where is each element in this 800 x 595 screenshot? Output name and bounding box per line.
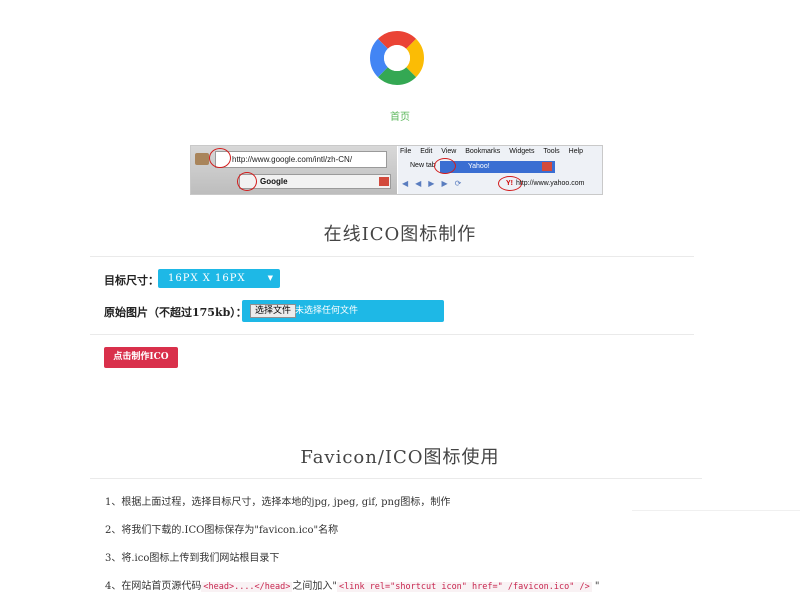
code-snippet-link: <link rel="shortcut icon" href=" /favico…	[336, 582, 592, 592]
menu-item: Bookmarks	[465, 148, 501, 155]
highlight-circle	[209, 148, 231, 168]
google-browser-demo: http://www.google.com/intl/zh-CN/ Google	[191, 146, 397, 194]
highlight-circle	[434, 158, 456, 174]
yahoo-address: http://www.yahoo.com	[516, 180, 585, 187]
close-icon	[542, 162, 552, 171]
code-snippet-head: <head>....</head>	[201, 582, 293, 592]
favicon-demo-image: http://www.google.com/intl/zh-CN/ Google…	[190, 145, 603, 195]
file-status: 未选择任何文件	[295, 306, 359, 316]
google-tab: Google	[239, 174, 391, 189]
step-item: 2、将我们下载的.ICO图标保存为"favicon.ico"名称	[105, 525, 339, 536]
divider	[632, 510, 800, 511]
step-item: 3、将.ico图标上传到我们网站根目录下	[105, 553, 280, 564]
usage-title: Favicon/ICO图标使用	[300, 447, 500, 468]
divider	[90, 256, 694, 257]
size-label: 目标尺寸：	[104, 274, 159, 287]
menu-item: Help	[568, 148, 584, 155]
make-ico-button[interactable]: 点击制作ICO	[104, 347, 178, 368]
toolbar-icons: ◀◀▶▶⟳	[402, 179, 469, 188]
step4-suffix: "	[591, 581, 600, 592]
opera-browser-demo: File Edit View Bookmarks Widgets Tools H…	[398, 146, 602, 194]
menu-item: Edit	[420, 148, 433, 155]
close-icon	[379, 177, 389, 186]
menu-item: File	[400, 148, 412, 155]
chevron-down-icon: ▼	[267, 274, 274, 282]
menu-item: Widgets	[509, 148, 535, 155]
browser-menu: File Edit View Bookmarks Widgets Tools H…	[400, 148, 590, 155]
choose-file-button[interactable]: 选择文件	[250, 304, 297, 318]
step4-mid: 之间加入"	[292, 581, 337, 592]
highlight-circle	[237, 172, 257, 191]
browser-tabs: New tab Yahoo!	[400, 159, 600, 173]
site-logo	[370, 30, 424, 86]
yahoo-tab: Yahoo!	[440, 161, 555, 173]
divider	[90, 334, 694, 335]
yahoo-favicon-icon: Y!	[506, 180, 513, 187]
divider	[90, 478, 702, 479]
menu-item: Tools	[543, 148, 560, 155]
source-label: 原始图片（不超过175kb）：	[104, 306, 247, 319]
file-input[interactable]: 选择文件 未选择任何文件	[242, 300, 444, 322]
size-select[interactable]: 16PX X 16PX ▼	[158, 269, 280, 288]
maker-title: 在线ICO图标制作	[323, 224, 477, 245]
home-icon	[195, 153, 209, 165]
step-item: 1、根据上面过程，选择目标尺寸，选择本地的jpg, jpeg, gif, png…	[105, 497, 451, 508]
new-tab: New tab	[410, 162, 436, 169]
home-link[interactable]: 首页	[0, 108, 800, 123]
google-address-bar: http://www.google.com/intl/zh-CN/	[215, 151, 387, 168]
size-select-value: 16PX X 16PX	[168, 273, 246, 284]
step4-prefix: 4、在网站首页源代码	[105, 581, 202, 592]
yahoo-tab-label: Yahoo!	[468, 163, 490, 170]
menu-item: View	[441, 148, 457, 155]
step-item: 4、在网站首页源代码 <head>....</head> 之间加入" <link re…	[105, 577, 600, 592]
